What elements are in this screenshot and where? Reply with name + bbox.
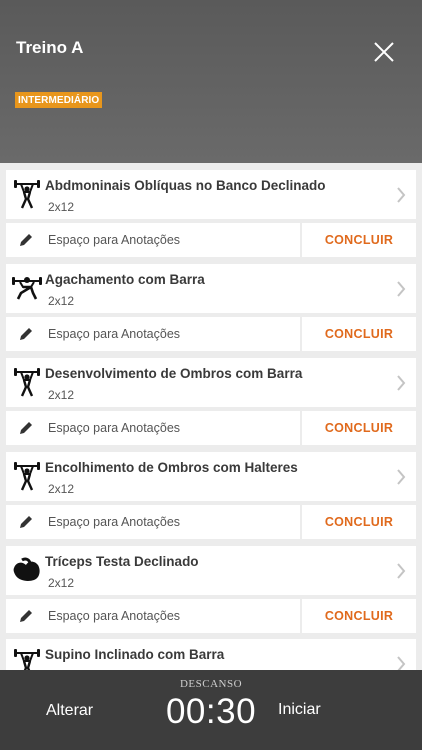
notes-placeholder: Espaço para Anotações	[48, 515, 181, 529]
exercise-actions: Espaço para Anotações CONCLUIR	[6, 317, 416, 351]
exercise-name: Supino Inclinado com Barra	[45, 647, 225, 662]
complete-button[interactable]: CONCLUIR	[302, 317, 416, 351]
weightlifter-icon	[14, 180, 40, 209]
exercise-actions: Espaço para Anotações CONCLUIR	[6, 599, 416, 633]
exercise-name: Agachamento com Barra	[45, 272, 205, 287]
weightlifter-icon	[14, 649, 40, 670]
exercise-row[interactable]: Abdmoninais Oblíquas no Banco Declinado …	[6, 170, 416, 219]
notes-placeholder: Espaço para Anotações	[48, 233, 181, 247]
notes-field[interactable]: Espaço para Anotações	[6, 317, 300, 351]
exercise-sets: 2x12	[48, 388, 75, 402]
bicep-icon	[13, 557, 40, 581]
notes-field[interactable]: Espaço para Anotações	[6, 599, 300, 633]
rest-timer: 00:30	[165, 692, 257, 731]
exercise-actions: Espaço para Anotações CONCLUIR	[6, 505, 416, 539]
exercise-actions: Espaço para Anotações CONCLUIR	[6, 411, 416, 445]
exercise-sets: 2x12	[48, 482, 75, 496]
exercise-sets: 2x12	[48, 294, 75, 308]
weightlifter-icon	[14, 368, 40, 397]
exercise-name: Tríceps Testa Declinado	[45, 554, 199, 569]
exercise-row[interactable]: Agachamento com Barra 2x12	[6, 264, 416, 313]
notes-field[interactable]: Espaço para Anotações	[6, 411, 300, 445]
exercise-row[interactable]: Encolhimento de Ombros com Halteres 2x12	[6, 452, 416, 501]
rest-timer-bar: Alterar DESCANSO 00:30 Iniciar	[0, 670, 422, 750]
notes-field[interactable]: Espaço para Anotações	[6, 223, 300, 257]
chevron-right-icon	[397, 469, 406, 485]
chevron-right-icon	[397, 656, 406, 670]
exercise-name: Desenvolvimento de Ombros com Barra	[45, 366, 303, 381]
notes-field[interactable]: Espaço para Anotações	[6, 505, 300, 539]
notes-placeholder: Espaço para Anotações	[48, 421, 181, 435]
level-badge: INTERMEDIÁRIO	[15, 92, 103, 108]
exercise-name: Abdmoninais Oblíquas no Banco Declinado	[45, 178, 326, 193]
start-button[interactable]: Iniciar	[278, 701, 321, 719]
exercise-list: Abdmoninais Oblíquas no Banco Declinado …	[0, 163, 422, 670]
weightlifter-icon	[14, 462, 40, 491]
exercise-actions: Espaço para Anotações CONCLUIR	[6, 223, 416, 257]
exercise-row[interactable]: Desenvolvimento de Ombros com Barra 2x12	[6, 358, 416, 407]
header: Treino A INTERMEDIÁRIO	[0, 0, 422, 163]
exercise-name: Encolhimento de Ombros com Halteres	[45, 460, 298, 475]
complete-button[interactable]: CONCLUIR	[302, 599, 416, 633]
exercise-sets: 2x12	[48, 200, 75, 214]
rest-label: DESCANSO	[179, 678, 243, 690]
page-title: Treino A	[16, 38, 84, 57]
chevron-right-icon	[397, 563, 406, 579]
pencil-icon	[20, 234, 32, 246]
complete-button[interactable]: CONCLUIR	[302, 411, 416, 445]
complete-button[interactable]: CONCLUIR	[302, 223, 416, 257]
chevron-right-icon	[397, 375, 406, 391]
notes-placeholder: Espaço para Anotações	[48, 609, 181, 623]
exercise-sets: 2x12	[48, 576, 75, 590]
squat-icon	[12, 277, 42, 300]
pencil-icon	[20, 610, 32, 622]
exercise-row[interactable]: Supino Inclinado com Barra	[6, 639, 416, 670]
pencil-icon	[20, 328, 32, 340]
complete-button[interactable]: CONCLUIR	[302, 505, 416, 539]
pencil-icon	[20, 516, 32, 528]
exercise-row[interactable]: Tríceps Testa Declinado 2x12	[6, 546, 416, 595]
chevron-right-icon	[397, 281, 406, 297]
pencil-icon	[20, 422, 32, 434]
chevron-right-icon	[397, 187, 406, 203]
notes-placeholder: Espaço para Anotações	[48, 327, 181, 341]
close-icon[interactable]	[370, 38, 398, 66]
